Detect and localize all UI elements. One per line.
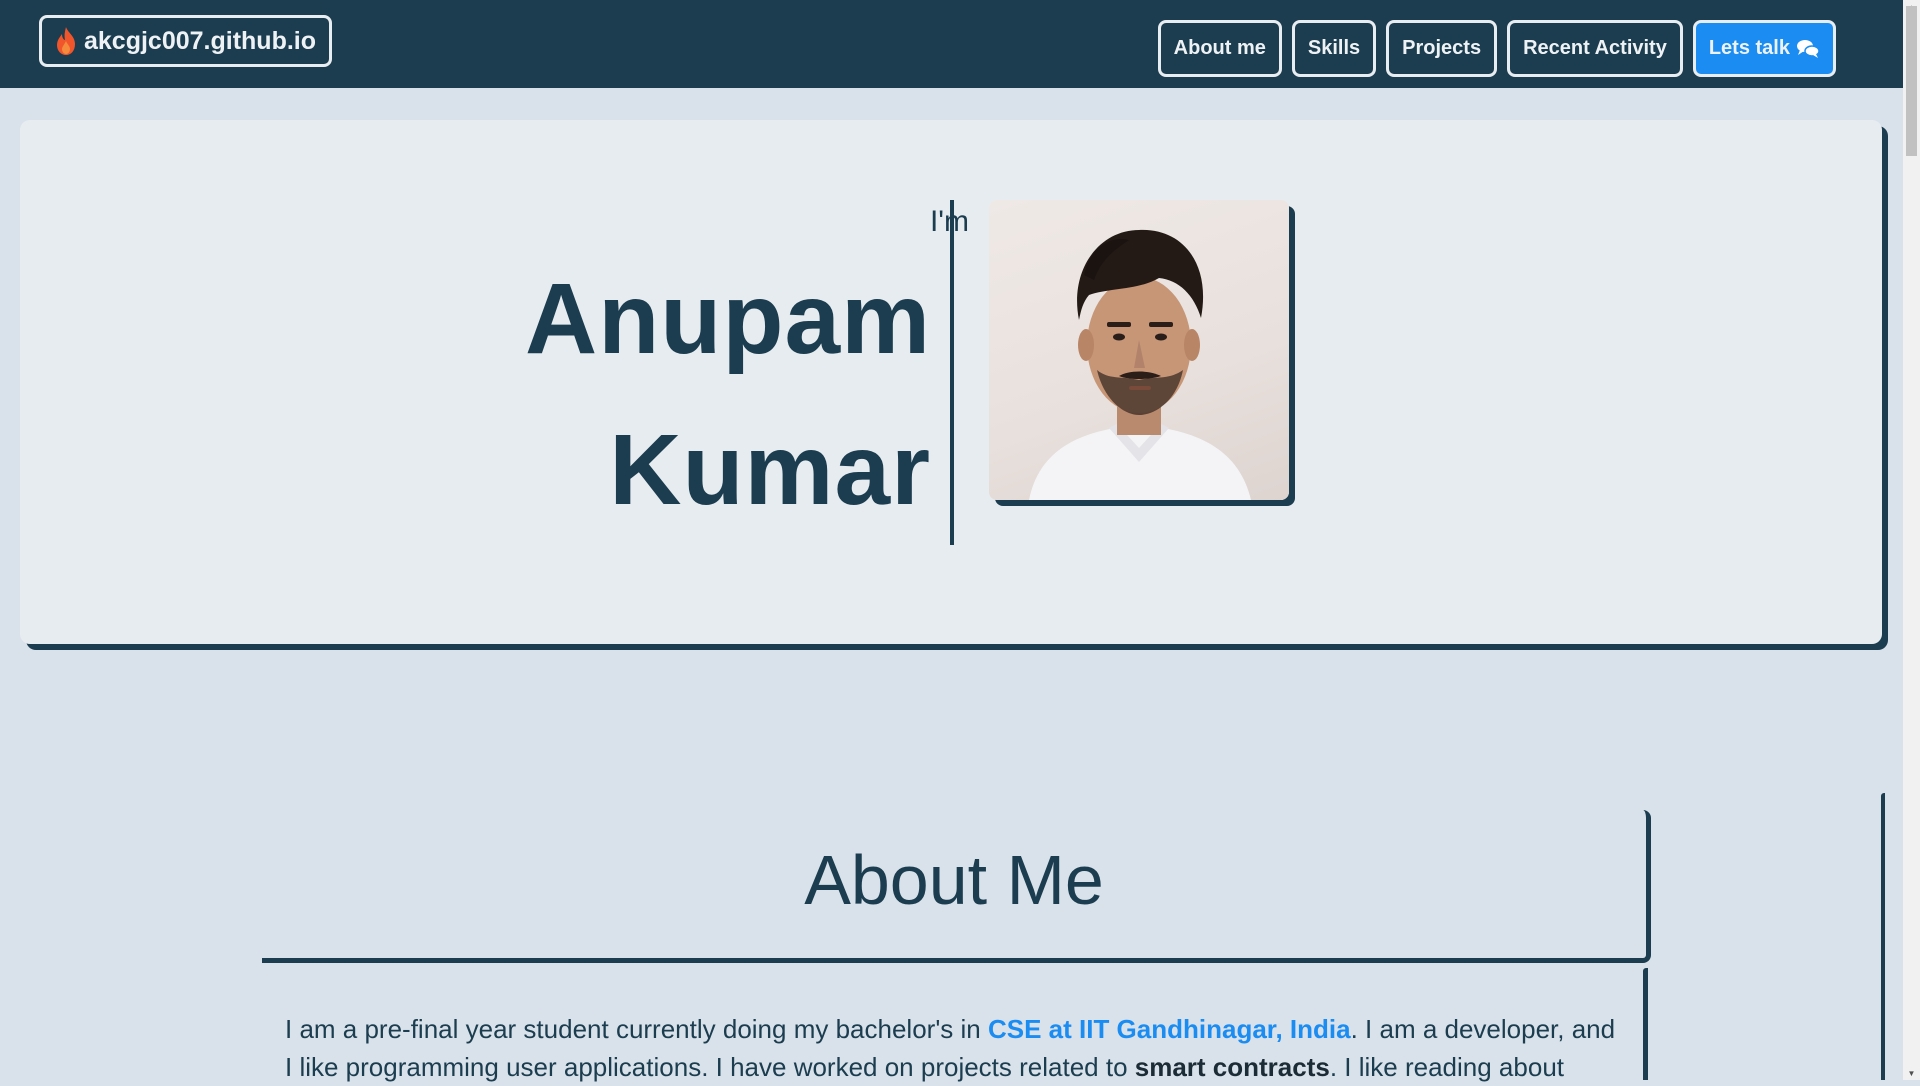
nav-skills-label: Skills — [1307, 37, 1361, 59]
flame-icon — [54, 26, 78, 56]
right-border-rule — [1881, 793, 1885, 1080]
brand-label: akcgjc007.github.io — [84, 26, 317, 55]
hero-last-name: Kumar — [609, 414, 931, 526]
scroll-thumb[interactable] — [1906, 6, 1917, 156]
about-body-border — [1643, 968, 1648, 1080]
about-paragraph: I am a pre-final year student currently … — [285, 1010, 1625, 1086]
nav-skills-button[interactable]: Skills — [1291, 20, 1377, 77]
hero-first-name: Anupam — [525, 263, 931, 375]
nav-projects-label: Projects — [1402, 37, 1482, 59]
about-title: About Me — [804, 841, 1104, 919]
lets-talk-label: Lets talk — [1708, 37, 1790, 59]
about-heading-card: About Me — [262, 810, 1651, 963]
nav-about-me-button[interactable]: About me — [1157, 20, 1282, 77]
about-bold-text: smart contracts — [1134, 1052, 1330, 1082]
nav-links: About me Skills Projects Recent Activity… — [1157, 20, 1836, 77]
top-navbar: akcgjc007.github.io About me Skills Proj… — [0, 0, 1903, 88]
nav-about-me-label: About me — [1173, 37, 1266, 59]
chat-icon — [1796, 38, 1820, 60]
nav-recent-activity-label: Recent Activity — [1523, 37, 1667, 59]
about-text-part-3: . I like reading about — [1329, 1052, 1564, 1082]
lets-talk-button[interactable]: Lets talk — [1692, 20, 1836, 77]
scroll-down-arrow-icon[interactable]: ▼ — [1903, 1066, 1920, 1080]
profile-photo — [989, 200, 1289, 500]
nav-projects-button[interactable]: Projects — [1386, 20, 1498, 77]
nav-recent-activity-button[interactable]: Recent Activity — [1507, 20, 1683, 77]
brand-link[interactable]: akcgjc007.github.io — [39, 15, 332, 67]
hero-divider — [950, 200, 954, 545]
about-text-part-1: I am a pre-final year student currently … — [285, 1014, 988, 1044]
page-scrollbar[interactable]: ▲ ▼ — [1903, 0, 1920, 1080]
iitgn-link[interactable]: CSE at IIT Gandhinagar, India — [988, 1014, 1351, 1044]
